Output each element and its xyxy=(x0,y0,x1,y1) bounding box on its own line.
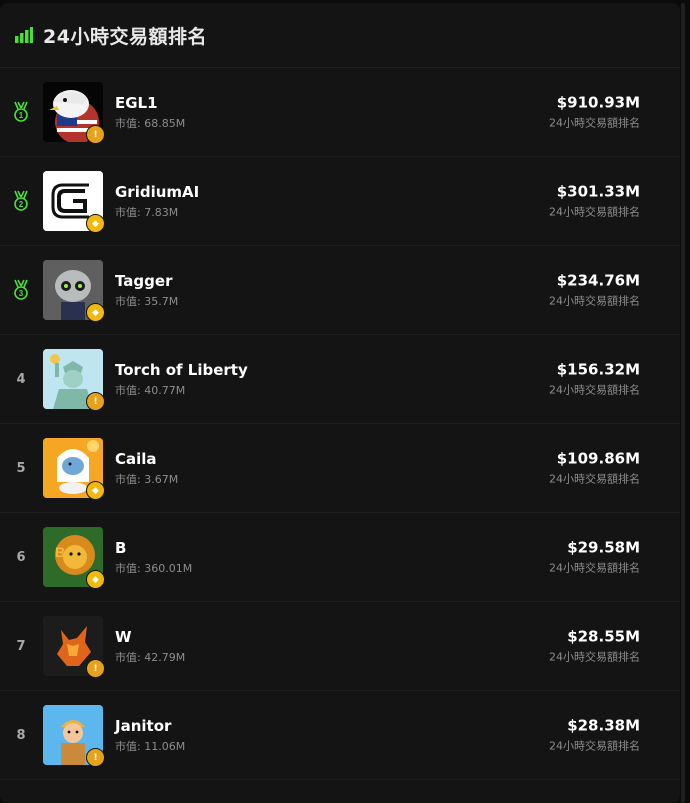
rank-label: 5 xyxy=(16,460,26,476)
volume-label: 24小時交易額排名 xyxy=(549,205,640,219)
flame-badge-icon: ! xyxy=(86,125,105,144)
market-cap: 市值: 7.83M xyxy=(115,205,179,219)
ranking-row[interactable]: 8 ! Janitor 市值: 11.06M $28.38M 24小時交易額排名 xyxy=(0,691,680,780)
token-avatar: ◆ xyxy=(43,260,105,322)
token-name: Caila xyxy=(115,449,157,468)
token-avatar: ◆ xyxy=(43,438,105,500)
token-name: Torch of Liberty xyxy=(115,360,248,379)
token-name: EGL1 xyxy=(115,93,158,112)
panel-title: 24小時交易額排名 xyxy=(43,25,207,48)
volume-label: 24小時交易額排名 xyxy=(549,116,640,130)
token-name: GridiumAI xyxy=(115,182,200,201)
rank-medal: 3 xyxy=(0,279,42,301)
volume-value: $301.33M xyxy=(556,182,640,201)
ranking-row[interactable]: 4 ! Torch of Liberty 市值: 40.77M $156.32M… xyxy=(0,335,680,424)
rank-number: 8 xyxy=(0,728,42,743)
market-cap: 市值: 11.06M xyxy=(115,739,186,753)
bnb-badge-icon: ◆ xyxy=(86,214,105,233)
token-avatar: ! xyxy=(43,705,105,767)
medal-3-icon: 3 xyxy=(14,279,28,300)
svg-text:B: B xyxy=(55,544,65,560)
token-name: Tagger xyxy=(115,271,173,290)
ranking-row[interactable]: 5 ◆ Caila 市值: 3.67M $109.86M 24小時交易額排名 xyxy=(0,424,680,513)
volume-value: $234.76M xyxy=(556,271,640,290)
svg-text:2: 2 xyxy=(19,200,24,209)
ranking-row[interactable]: 3 ◆ Tagger 市值: 35.7M $234.76M 24小時交易額排名 xyxy=(0,246,680,335)
volume-label: 24小時交易額排名 xyxy=(549,650,640,664)
token-name: B xyxy=(115,538,127,557)
market-cap: 市值: 360.01M xyxy=(115,561,193,575)
rank-label: 6 xyxy=(16,549,26,565)
bnb-badge-icon: ◆ xyxy=(86,570,105,589)
flame-badge-icon: ! xyxy=(86,392,105,411)
bnb-badge-icon: ◆ xyxy=(86,303,105,322)
panel-header: 24小時交易額排名 xyxy=(0,3,680,68)
medal-2-icon: 2 xyxy=(14,190,28,211)
rank-number: 5 xyxy=(0,461,42,476)
volume-value: $156.32M xyxy=(556,360,640,379)
volume-label: 24小時交易額排名 xyxy=(549,472,640,486)
token-name: W xyxy=(115,627,132,646)
token-avatar: ◆ xyxy=(43,171,105,233)
bnb-badge-icon: ◆ xyxy=(86,481,105,500)
medal-1-icon: 1 xyxy=(14,101,28,122)
token-avatar: ! xyxy=(43,82,105,144)
market-cap: 市值: 35.7M xyxy=(115,294,179,308)
volume-value: $29.58M xyxy=(567,538,640,557)
ranking-row[interactable]: 2 ◆ GridiumAI 市值: 7.83M $301.33M 24小時交易額… xyxy=(0,157,680,246)
rank-number: 4 xyxy=(0,372,42,387)
rank-label: 8 xyxy=(16,727,26,743)
rank-number: 7 xyxy=(0,639,42,654)
scrollbar[interactable] xyxy=(681,3,685,803)
svg-text:3: 3 xyxy=(19,289,24,298)
volume-label: 24小時交易額排名 xyxy=(549,294,640,308)
ranking-row[interactable]: 1 ! EGL1 市值: 68.85M $910.93M 24小時交易額排名 xyxy=(0,68,680,157)
market-cap: 市值: 3.67M xyxy=(115,472,179,486)
svg-text:1: 1 xyxy=(19,111,24,120)
market-cap: 市值: 42.79M xyxy=(115,650,186,664)
volume-value: $28.38M xyxy=(567,716,640,735)
flame-badge-icon: ! xyxy=(86,748,105,767)
rank-medal: 2 xyxy=(0,190,42,212)
token-avatar: B ◆ xyxy=(43,527,105,589)
rank-label: 4 xyxy=(16,371,26,387)
ranking-row[interactable]: 7 ! W 市值: 42.79M $28.55M 24小時交易額排名 xyxy=(0,602,680,691)
bar-chart-icon xyxy=(15,27,33,43)
volume-label: 24小時交易額排名 xyxy=(549,383,640,397)
volume-value: $910.93M xyxy=(556,93,640,112)
ranking-row[interactable]: 6 B ◆ B 市值: 360.01M $29.58M 24小時交易額排名 xyxy=(0,513,680,602)
token-name: Janitor xyxy=(115,716,172,735)
token-avatar: ! xyxy=(43,616,105,678)
volume-label: 24小時交易額排名 xyxy=(549,739,640,753)
volume-value: $109.86M xyxy=(556,449,640,468)
ranking-panel: 24小時交易額排名 1 ! EGL1 市值: 68.85M $910.93M 2… xyxy=(0,3,680,803)
token-avatar: ! xyxy=(43,349,105,411)
market-cap: 市值: 68.85M xyxy=(115,116,186,130)
flame-badge-icon: ! xyxy=(86,659,105,678)
rank-number: 6 xyxy=(0,550,42,565)
rank-label: 7 xyxy=(16,638,26,654)
market-cap: 市值: 40.77M xyxy=(115,383,186,397)
volume-label: 24小時交易額排名 xyxy=(549,561,640,575)
rank-medal: 1 xyxy=(0,101,42,123)
volume-value: $28.55M xyxy=(567,627,640,646)
